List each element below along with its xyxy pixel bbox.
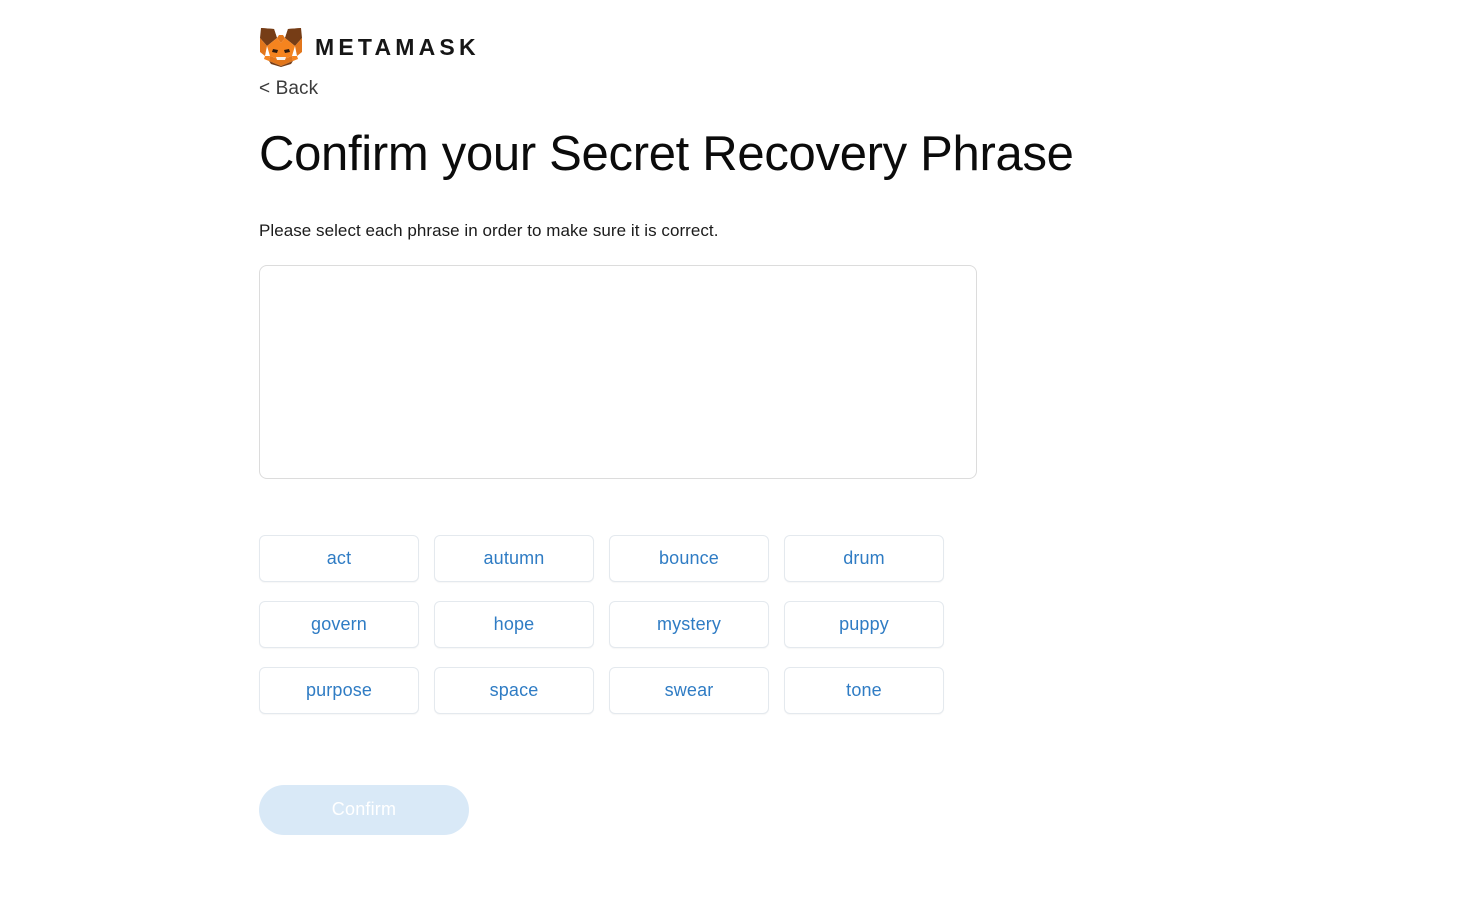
word-button[interactable]: purpose [259,666,419,714]
word-button[interactable]: space [434,666,594,714]
metamask-fox-icon [260,28,302,67]
word-button[interactable]: hope [434,600,594,648]
brand-header: METAMASK [259,22,1259,72]
word-button[interactable]: act [259,534,419,582]
word-button[interactable]: swear [609,666,769,714]
page-subtitle: Please select each phrase in order to ma… [259,220,719,240]
onboarding-page: METAMASK < Back Confirm your Secret Reco… [259,0,1259,835]
page-title: Confirm your Secret Recovery Phrase [259,127,1074,181]
word-button[interactable]: bounce [609,534,769,582]
word-button[interactable]: tone [784,666,944,714]
metamask-wordmark: METAMASK [315,33,480,60]
word-button[interactable]: mystery [609,600,769,648]
confirm-button[interactable]: Confirm [259,784,469,835]
selected-phrase-dropzone[interactable] [259,264,977,479]
word-button[interactable]: drum [784,534,944,582]
word-button[interactable]: autumn [434,534,594,582]
back-link[interactable]: < Back [259,77,318,101]
word-bank-grid: act autumn bounce drum govern hope mystery pupp… [259,534,944,714]
word-button[interactable]: puppy [784,600,944,648]
word-button[interactable]: govern [259,600,419,648]
